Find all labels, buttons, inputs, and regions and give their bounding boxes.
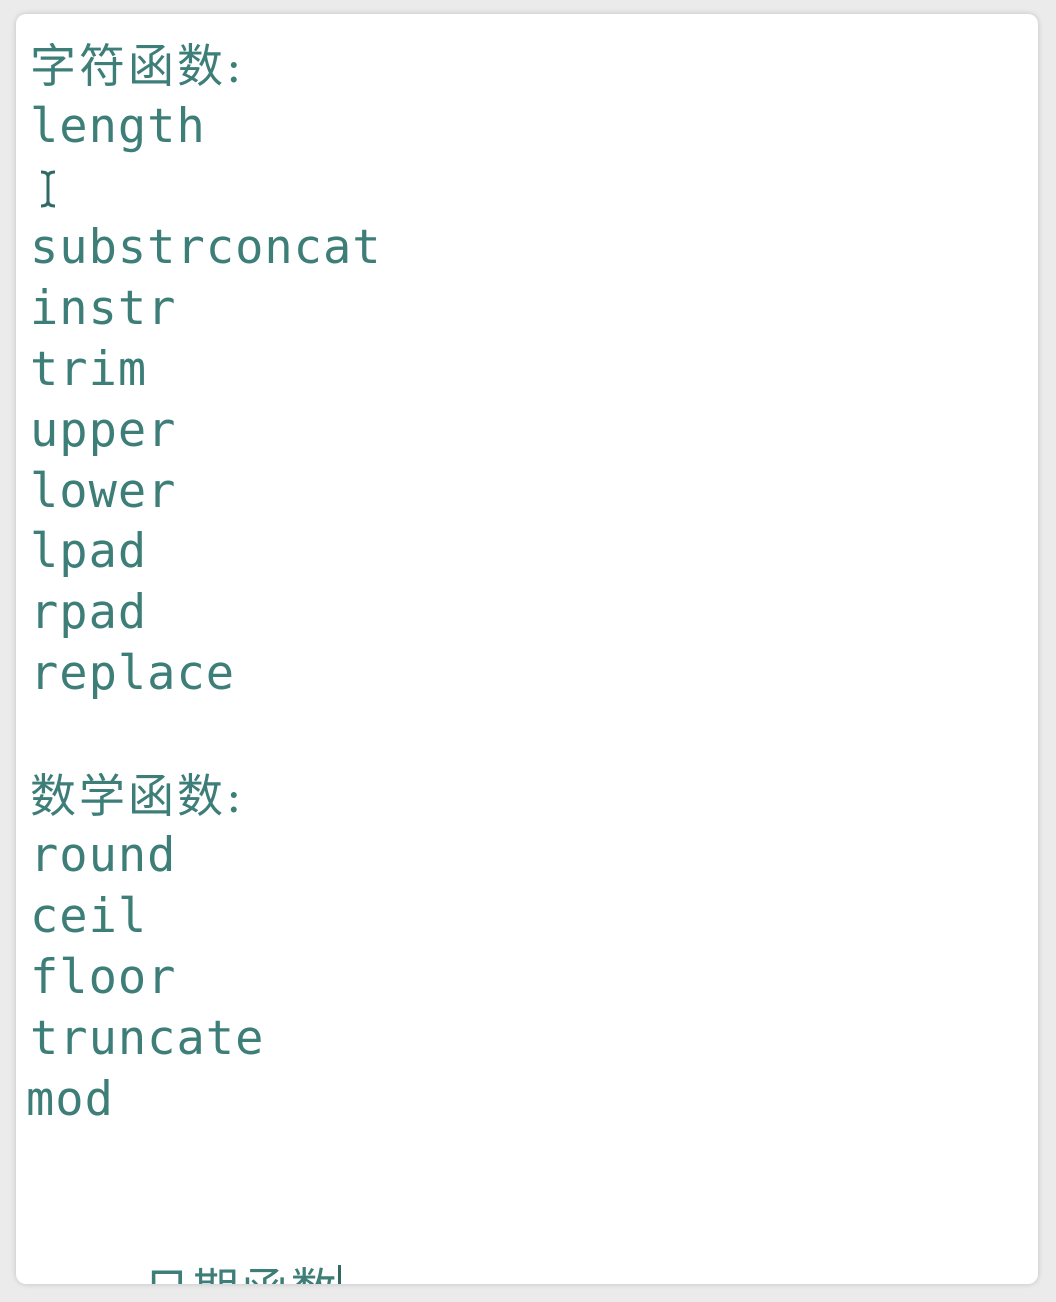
date-functions-heading-line: 日期函数	[30, 1199, 1018, 1284]
string-function-item: upper	[30, 402, 177, 458]
math-functions-heading: 数学函数:	[30, 768, 245, 823]
string-function-item: lpad	[30, 524, 148, 580]
string-function-item: trim	[30, 341, 148, 397]
string-function-item: lower	[30, 463, 177, 519]
math-function-item: floor	[30, 949, 177, 1005]
string-functions-heading: 字符函数:	[30, 39, 245, 93]
text-cursor-ibeam-icon	[40, 170, 56, 208]
text-caret-icon	[337, 1265, 341, 1284]
string-function-item: replace	[30, 645, 236, 701]
string-function-item: length	[30, 98, 206, 154]
date-functions-heading: 日期函数	[144, 1263, 340, 1284]
string-function-item: substr	[30, 220, 206, 276]
math-function-item: ceil	[30, 889, 148, 945]
string-function-item-concat: concat	[30, 158, 1018, 275]
math-function-item: truncate	[30, 1010, 265, 1066]
text-editor-area[interactable]: 字符函数: length concat substr instr trim up…	[26, 36, 1018, 1284]
math-function-item: mod	[26, 1071, 114, 1127]
math-function-item: round	[30, 828, 177, 884]
string-function-item: rpad	[30, 585, 148, 641]
text-editor-window: 字符函数: length concat substr instr trim up…	[16, 14, 1038, 1284]
string-function-item: instr	[30, 281, 177, 337]
